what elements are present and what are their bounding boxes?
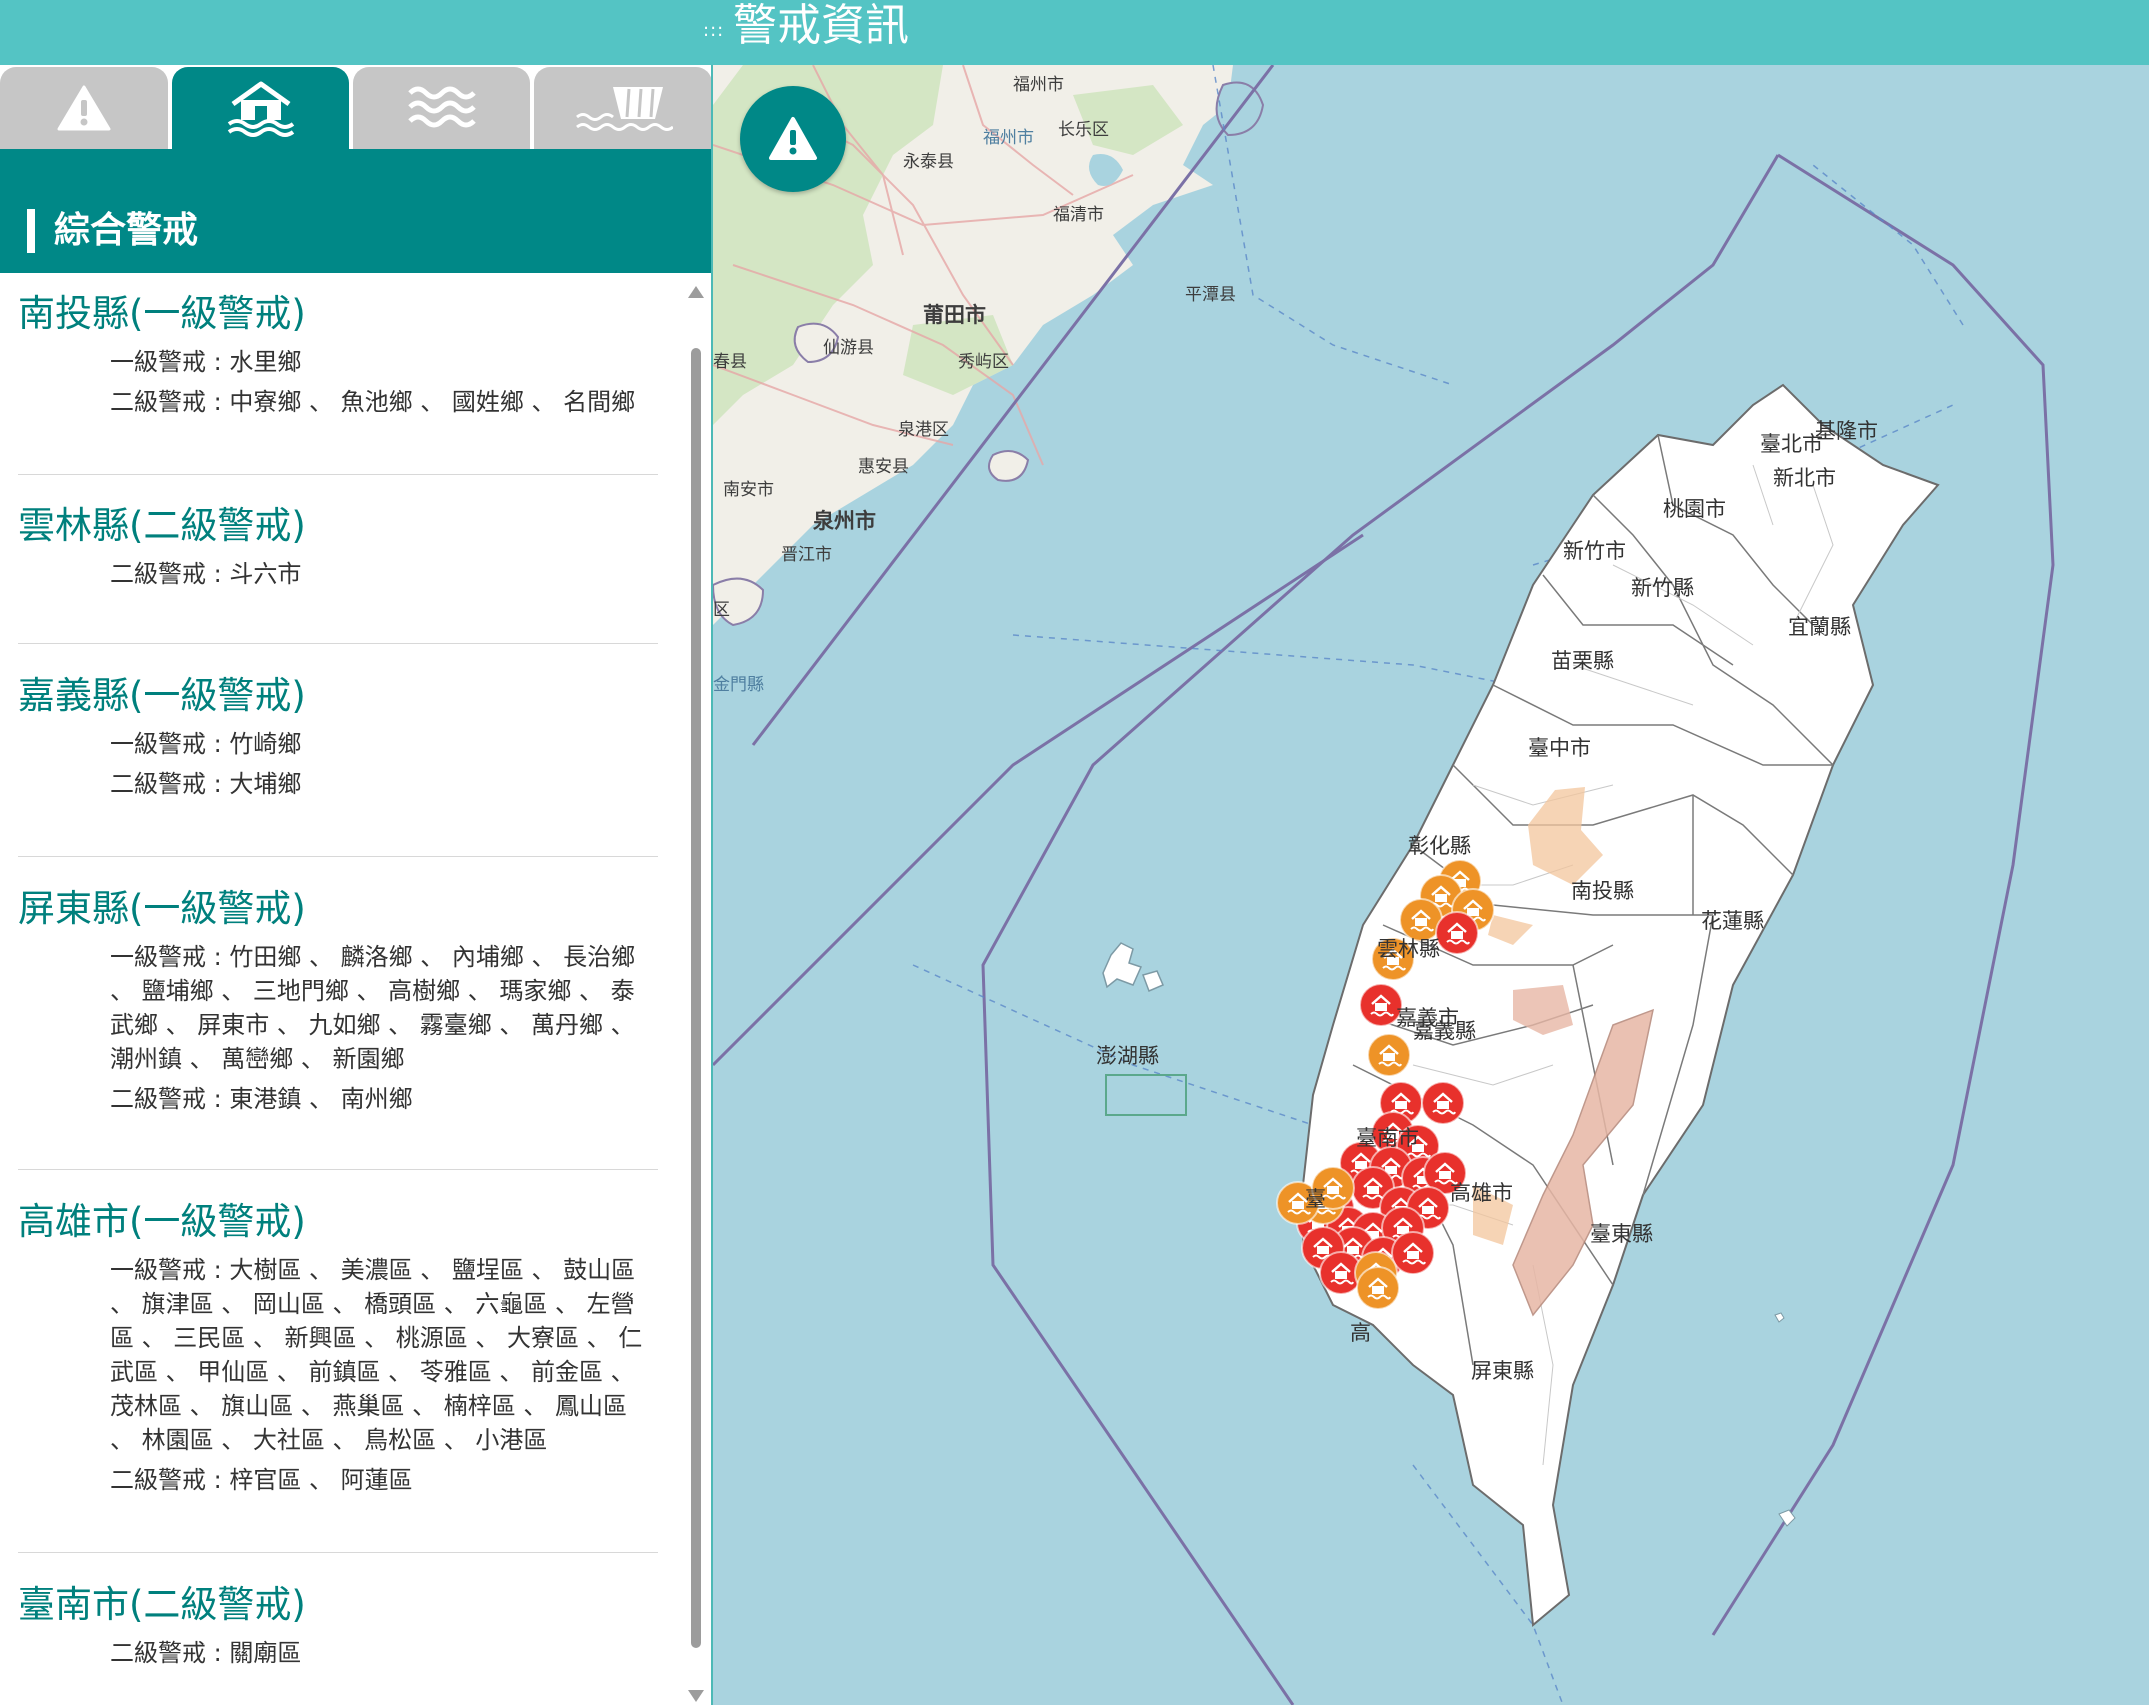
map-label-xiuyu: 秀屿区: [958, 352, 1009, 372]
scroll-down-arrow-icon[interactable]: [688, 1690, 704, 1702]
level-1-towns: 一級警戒 : 竹田鄉 、 麟洛鄉 、 內埔鄉 、 長治鄉 、 鹽埔鄉 、 三地門…: [110, 943, 636, 1073]
map-label-changle: 长乐区: [1058, 120, 1109, 140]
alert-marker-level1[interactable]: [1435, 911, 1479, 955]
map-label-pingtan: 平潭县: [1185, 285, 1236, 305]
alert-marker-level1[interactable]: [1421, 1081, 1465, 1125]
list-scrollbar[interactable]: [684, 278, 706, 1705]
map-label-tainan: 臺南市: [1356, 1126, 1419, 1150]
map-label-putian: 莆田市: [923, 303, 986, 327]
map-view[interactable]: 福州市 福州市 长乐区 永泰县 福清市 平潭县 莆田市 仙游县 春县 秀屿区 泉…: [713, 65, 2149, 1705]
map-label-taitung: 臺東縣: [1590, 1222, 1653, 1246]
map-label-gao: 高: [1350, 1321, 1371, 1345]
level-2-towns: 二級警戒 : 關廟區: [110, 1639, 302, 1667]
scroll-thumb[interactable]: [691, 348, 701, 1648]
level-1-towns: 一級警戒 : 水里鄉: [110, 348, 302, 376]
county-card[interactable]: 臺南市(二級警戒) 二級警戒 : 關廟區: [18, 1580, 658, 1670]
map-label-quangang: 泉港区: [898, 420, 949, 440]
warning-toggle-button[interactable]: [740, 86, 846, 192]
map-label-fuqing: 福清市: [1053, 205, 1104, 225]
panel-title: 綜合警戒: [54, 210, 199, 251]
map-label-hsinchu-county: 新竹縣: [1631, 576, 1694, 600]
divider: [18, 1169, 658, 1170]
tab-water[interactable]: [353, 67, 530, 149]
map-label-keelung: 基隆市: [1815, 419, 1878, 443]
county-name[interactable]: 南投縣(一級警戒): [18, 289, 658, 339]
flooded-house-icon: [227, 81, 294, 137]
tab-bar: [0, 65, 712, 149]
county-name[interactable]: 嘉義縣(一級警戒): [18, 671, 658, 721]
map-label-yilan: 宜蘭縣: [1788, 615, 1851, 639]
county-card[interactable]: 高雄市(一級警戒) 一級警戒 : 大樹區 、 美濃區 、 鹽埕區 、 鼓山區 、…: [18, 1197, 658, 1497]
map-label-hsinchu-city: 新竹市: [1563, 539, 1626, 563]
county-card[interactable]: 南投縣(一級警戒) 一級警戒 : 水里鄉 二級警戒 : 中寮鄉 、 魚池鄉 、 …: [18, 289, 658, 419]
alert-marker-level1[interactable]: [1391, 1231, 1435, 1275]
title-bar: ::: 警戒資訊: [0, 0, 2149, 65]
county-card[interactable]: 屏東縣(一級警戒) 一級警戒 : 竹田鄉 、 麟洛鄉 、 內埔鄉 、 長治鄉 、…: [18, 884, 658, 1116]
map-label-hualien: 花蓮縣: [1701, 909, 1764, 933]
map-label-fuzhou-district: 福州市: [983, 128, 1034, 148]
tab-reservoir[interactable]: [534, 67, 712, 149]
level-1-towns: 一級警戒 : 竹崎鄉: [110, 730, 302, 758]
level-2-towns: 二級警戒 : 中寮鄉 、 魚池鄉 、 國姓鄉 、 名間鄉: [110, 388, 636, 416]
map-label-new-taipei: 新北市: [1773, 466, 1836, 490]
map-label-kaohsiung: 高雄市: [1450, 1181, 1513, 1205]
title-accent-bar: [27, 209, 35, 253]
scroll-up-arrow-icon[interactable]: [688, 286, 704, 298]
map-label-huian: 惠安县: [858, 457, 909, 477]
map-label-xianyou: 仙游县: [823, 338, 874, 358]
map-label-taipei: 臺北市: [1760, 432, 1823, 456]
map-label-yunlin: 雲林縣: [1377, 937, 1440, 961]
level-2-towns: 二級警戒 : 東港鎮 、 南州鄉: [110, 1085, 413, 1113]
alert-marker-level2[interactable]: [1367, 1033, 1411, 1077]
divider: [18, 474, 658, 475]
map-label-miaoli: 苗栗縣: [1551, 649, 1614, 673]
map-label-yongtai: 永泰县: [903, 152, 954, 172]
map-label-quanzhou: 泉州市: [813, 509, 876, 533]
drag-handle[interactable]: :::: [703, 20, 724, 41]
county-card[interactable]: 雲林縣(二級警戒) 二級警戒 : 斗六市: [18, 501, 658, 591]
map-label-nanan: 南安市: [723, 480, 774, 500]
warning-icon: [57, 85, 111, 131]
map-label-chiayi-county: 嘉義縣: [1413, 1019, 1476, 1043]
level-2-towns: 二級警戒 : 大埔鄉: [110, 770, 302, 798]
waves-icon: [407, 86, 476, 128]
level-2-towns: 二級警戒 : 梓官區 、 阿蓮區: [110, 1466, 413, 1494]
map-label-taoyuan: 桃園市: [1663, 497, 1726, 521]
divider: [18, 643, 658, 644]
reservoir-icon: [576, 87, 673, 131]
panel-header: 綜合警戒: [0, 149, 712, 273]
alert-marker-level2[interactable]: [1356, 1266, 1400, 1310]
divider: [18, 1552, 658, 1553]
map-label-kinmen: 金門縣: [713, 675, 764, 695]
tab-flooded-house[interactable]: [172, 67, 349, 149]
page-title: 警戒資訊: [733, 0, 909, 51]
map-label-chun: 春县: [713, 352, 747, 372]
county-name[interactable]: 雲林縣(二級警戒): [18, 501, 658, 551]
map-label-fuzhou: 福州市: [1013, 75, 1064, 95]
level-1-towns: 一級警戒 : 大樹區 、 美濃區 、 鹽埕區 、 鼓山區 、 旗津區 、 岡山區…: [110, 1256, 643, 1454]
map-label-tai: 臺: [1305, 1187, 1326, 1211]
map-label-penghu: 澎湖縣: [1096, 1044, 1159, 1068]
map-label-jinjiang: 晋江市: [781, 545, 832, 565]
county-name[interactable]: 高雄市(一級警戒): [18, 1197, 658, 1247]
map-label-taichung: 臺中市: [1528, 736, 1591, 760]
tab-warning[interactable]: [0, 67, 168, 149]
county-name[interactable]: 臺南市(二級警戒): [18, 1580, 658, 1630]
county-name[interactable]: 屏東縣(一級警戒): [18, 884, 658, 934]
divider: [18, 856, 658, 857]
warning-list[interactable]: 南投縣(一級警戒) 一級警戒 : 水里鄉 二級警戒 : 中寮鄉 、 魚池鄉 、 …: [0, 273, 712, 1705]
level-2-towns: 二級警戒 : 斗六市: [110, 560, 302, 588]
map-label-changhua: 彰化縣: [1408, 834, 1471, 858]
map-label-pingtung: 屏東縣: [1471, 1359, 1534, 1383]
warning-icon: [769, 117, 817, 160]
county-card[interactable]: 嘉義縣(一級警戒) 一級警戒 : 竹崎鄉 二級警戒 : 大埔鄉: [18, 671, 658, 801]
map-label-nantou: 南投縣: [1571, 879, 1634, 903]
map-label-qu: 区: [713, 600, 730, 620]
